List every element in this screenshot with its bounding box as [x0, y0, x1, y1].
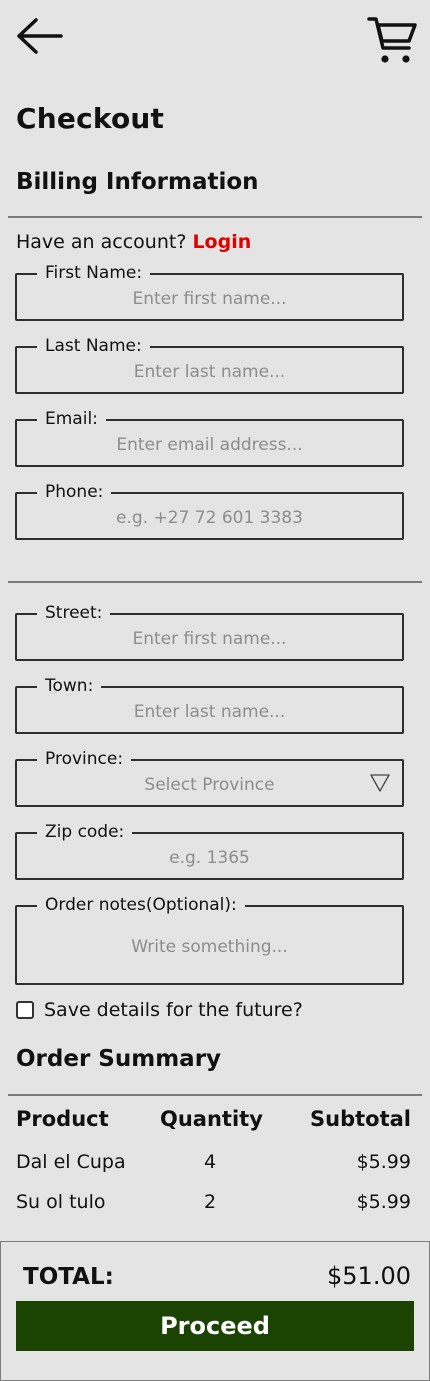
save-details-row[interactable]: Save details for the future? — [16, 999, 303, 1021]
checkout-footer: TOTAL: $51.00 Proceed — [0, 1241, 430, 1381]
town-placeholder: Enter last name... — [133, 702, 286, 722]
shopping-cart-icon[interactable] — [366, 14, 418, 66]
email-field[interactable]: Email: Enter email address... — [15, 409, 404, 467]
province-label: Province: — [37, 749, 132, 769]
first-name-field[interactable]: First Name: Enter first name... — [15, 263, 404, 321]
column-header-quantity: Quantity — [160, 1107, 263, 1131]
phone-placeholder: e.g. +27 72 601 3383 — [116, 508, 303, 528]
phone-field[interactable]: Phone: e.g. +27 72 601 3383 — [15, 482, 404, 540]
triangle-down-icon[interactable] — [370, 773, 390, 793]
divider — [8, 216, 422, 218]
first-name-placeholder: Enter first name... — [132, 289, 287, 309]
table-row-product: Su ol tulo — [16, 1191, 106, 1213]
zip-code-label: Zip code: — [37, 822, 133, 842]
divider — [8, 1094, 422, 1096]
column-header-subtotal: Subtotal — [310, 1107, 411, 1131]
first-name-label: First Name: — [37, 263, 151, 283]
last-name-placeholder: Enter last name... — [133, 362, 286, 382]
town-field[interactable]: Town: Enter last name... — [15, 676, 404, 734]
login-link[interactable]: Login — [192, 231, 251, 253]
order-notes-placeholder: Write something... — [131, 937, 288, 957]
table-row-quantity: 2 — [203, 1191, 217, 1213]
billing-heading: Billing Information — [16, 169, 259, 195]
province-placeholder: Select Province — [144, 775, 275, 795]
account-prompt: Have an account? Login — [16, 231, 251, 253]
zip-code-field[interactable]: Zip code: e.g. 1365 — [15, 822, 404, 880]
total-label: TOTAL: — [23, 1264, 114, 1290]
town-label: Town: — [37, 676, 102, 696]
last-name-field[interactable]: Last Name: Enter last name... — [15, 336, 404, 394]
email-label: Email: — [37, 409, 106, 429]
street-label: Street: — [37, 603, 111, 623]
divider — [8, 581, 422, 583]
phone-label: Phone: — [37, 482, 112, 502]
table-row-subtotal: $5.99 — [356, 1151, 411, 1173]
zip-code-placeholder: e.g. 1365 — [169, 848, 250, 868]
column-header-product: Product — [16, 1107, 109, 1131]
province-select[interactable]: Province: Select Province — [15, 749, 404, 807]
street-placeholder: Enter first name... — [132, 629, 287, 649]
table-row-product: Dal el Cupa — [16, 1151, 126, 1173]
account-prompt-text: Have an account? — [16, 231, 187, 253]
table-row-quantity: 4 — [203, 1151, 217, 1173]
arrow-left-icon[interactable] — [14, 16, 64, 56]
proceed-button[interactable]: Proceed — [16, 1301, 414, 1351]
save-details-label: Save details for the future? — [44, 999, 303, 1021]
save-details-checkbox[interactable] — [16, 1001, 34, 1019]
order-summary-heading: Order Summary — [16, 1046, 222, 1072]
email-placeholder: Enter email address... — [116, 435, 303, 455]
order-notes-field[interactable]: Order notes(Optional): Write something..… — [15, 895, 404, 985]
page-title: Checkout — [16, 102, 165, 135]
table-row-subtotal: $5.99 — [356, 1191, 411, 1213]
total-value: $51.00 — [327, 1262, 411, 1290]
last-name-label: Last Name: — [37, 336, 150, 356]
order-notes-label: Order notes(Optional): — [37, 895, 245, 915]
street-field[interactable]: Street: Enter first name... — [15, 603, 404, 661]
